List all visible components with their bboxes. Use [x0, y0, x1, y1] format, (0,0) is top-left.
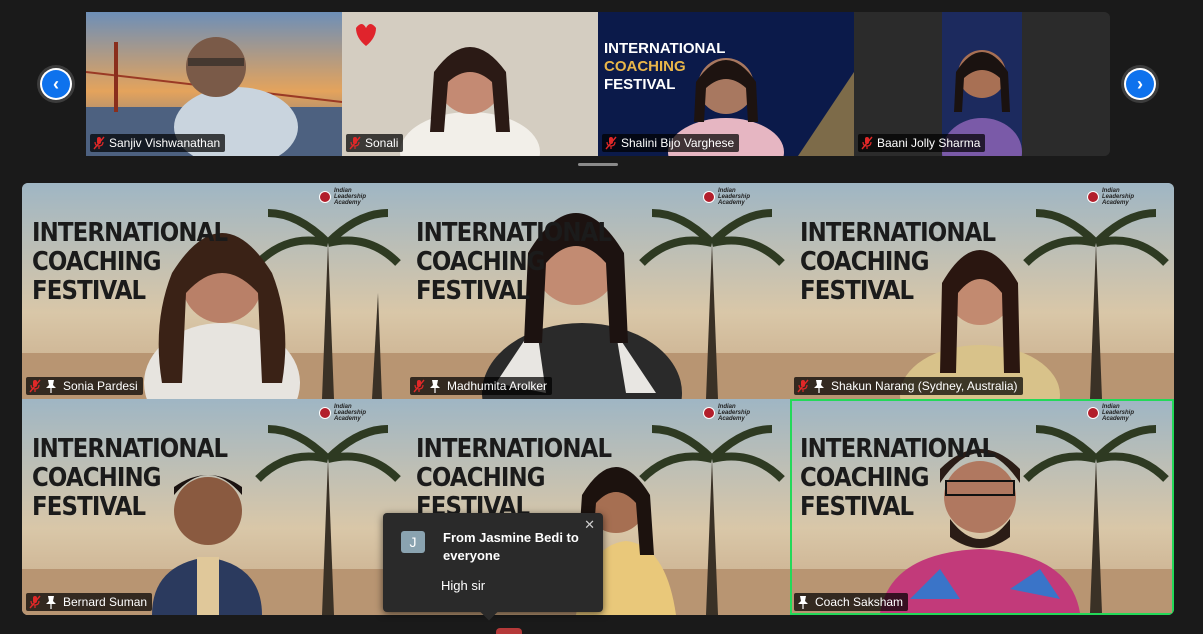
participant-name-tag: Coach Saksham [794, 593, 909, 611]
participant-name-tag: Baani Jolly Sharma [858, 134, 986, 152]
festival-banner: INTERNATIONAL COACHING FESTIVAL [800, 434, 996, 522]
mic-muted-icon [349, 136, 361, 150]
participant-name: Sonali [365, 136, 399, 150]
share-screen-icon[interactable] [496, 628, 522, 634]
logo-text: Academy [717, 416, 745, 422]
chat-notification-popup[interactable]: J From Jasmine Bedi to everyone High sir… [383, 513, 603, 621]
logo-text: Academy [333, 416, 361, 422]
mic-muted-icon [413, 379, 425, 393]
thumbnail-strip: Sanjiv Vishwanathan Sonali INTERNATIONAL… [34, 12, 1162, 156]
thumbnail-video[interactable]: Sanjiv Vishwanathan [86, 12, 342, 156]
pin-icon [429, 379, 441, 393]
participant-name: Baani Jolly Sharma [877, 136, 981, 150]
banner-line: FESTIVAL [32, 492, 146, 522]
pin-icon [797, 595, 809, 609]
participant-tile[interactable]: INTERNATIONAL COACHING FESTIVAL Indian Le… [22, 183, 406, 399]
banner-line: FESTIVAL [800, 492, 914, 522]
academy-logo: Indian Leadership Academy [1086, 404, 1134, 422]
popup-pointer [480, 603, 498, 621]
participant-name-tag: Shalini Bijo Varghese [602, 134, 740, 152]
mic-muted-icon [797, 379, 809, 393]
logo-text: Academy [1101, 200, 1129, 206]
participant-name-tag: Madhumita Arolker [410, 377, 553, 395]
banner-line: FESTIVAL [604, 76, 676, 93]
academy-logo: Indian Leadership Academy [702, 188, 750, 206]
participant-tile-active-speaker[interactable]: INTERNATIONAL COACHING FESTIVAL Indian Le… [790, 399, 1174, 615]
academy-emblem-icon [318, 191, 331, 203]
pin-icon [813, 379, 825, 393]
academy-emblem-icon [318, 407, 331, 419]
participant-name-tag: Shakun Narang (Sydney, Australia) [794, 377, 1023, 395]
resize-handle[interactable] [578, 163, 618, 166]
participant-name: Sanjiv Vishwanathan [109, 136, 221, 150]
thumbnail-video[interactable]: Sonali [342, 12, 598, 156]
pin-icon [45, 379, 57, 393]
logo-text: Academy [333, 200, 361, 206]
banner-line: FESTIVAL [416, 276, 530, 306]
participant-tile[interactable]: INTERNATIONAL COACHING FESTIVAL Indian Le… [790, 183, 1174, 399]
participant-name-tag: Sonia Pardesi [26, 377, 143, 395]
previous-page-button[interactable]: ‹ [40, 68, 72, 100]
academy-emblem-icon [1086, 191, 1099, 203]
banner-line: COACHING [416, 247, 546, 277]
close-icon[interactable]: ✕ [584, 517, 595, 533]
banner-line: INTERNATIONAL [800, 434, 996, 464]
festival-banner: INTERNATIONAL COACHING FESTIVAL [800, 218, 996, 306]
chat-message: High sir [441, 578, 486, 593]
academy-emblem-icon [702, 191, 715, 203]
banner-line: COACHING [416, 463, 546, 493]
pin-icon [45, 595, 57, 609]
academy-emblem-icon [1086, 407, 1099, 419]
participant-name-tag: Bernard Suman [26, 593, 153, 611]
participant-name: Shalini Bijo Varghese [621, 136, 735, 150]
banner-line: COACHING [32, 247, 162, 277]
banner-line: INTERNATIONAL [800, 218, 996, 248]
participant-name: Shakun Narang (Sydney, Australia) [831, 379, 1018, 393]
academy-logo: Indian Leadership Academy [702, 404, 750, 422]
mic-muted-icon [605, 136, 617, 150]
festival-banner: INTERNATIONAL COACHING FESTIVAL [32, 218, 228, 306]
banner-line: FESTIVAL [800, 276, 914, 306]
participant-name: Bernard Suman [63, 595, 148, 609]
meeting-toolbar [0, 622, 1203, 634]
logo-text: Academy [1101, 416, 1129, 422]
banner-line: FESTIVAL [32, 276, 146, 306]
banner-line: INTERNATIONAL [416, 218, 612, 248]
festival-banner: INTERNATIONAL COACHING FESTIVAL [604, 40, 725, 94]
festival-banner: INTERNATIONAL COACHING FESTIVAL [416, 434, 612, 522]
chat-sender: From Jasmine Bedi to everyone [443, 530, 579, 563]
participant-name-tag: Sonali [346, 134, 404, 152]
participant-name: Madhumita Arolker [447, 379, 548, 393]
banner-line: INTERNATIONAL [416, 434, 612, 464]
academy-logo: Indian Leadership Academy [318, 404, 366, 422]
academy-logo: Indian Leadership Academy [1086, 188, 1134, 206]
logo-text: Academy [717, 200, 745, 206]
banner-line: COACHING [800, 247, 930, 277]
festival-banner: INTERNATIONAL COACHING FESTIVAL [416, 218, 612, 306]
mic-muted-icon [29, 595, 41, 609]
participant-tile[interactable]: INTERNATIONAL COACHING FESTIVAL Indian Le… [22, 399, 406, 615]
mic-muted-icon [861, 136, 873, 150]
banner-line: INTERNATIONAL [604, 40, 726, 57]
banner-line: COACHING [800, 463, 930, 493]
next-page-button[interactable]: › [1124, 68, 1156, 100]
avatar: J [401, 531, 425, 553]
participant-name-tag: Sanjiv Vishwanathan [90, 134, 226, 152]
banner-line: COACHING [32, 463, 162, 493]
participant-tile[interactable]: INTERNATIONAL COACHING FESTIVAL Indian Le… [406, 183, 790, 399]
festival-banner: INTERNATIONAL COACHING FESTIVAL [32, 434, 228, 522]
banner-line: INTERNATIONAL [32, 434, 228, 464]
banner-line: COACHING [604, 58, 686, 75]
academy-logo: Indian Leadership Academy [318, 188, 366, 206]
participant-name: Sonia Pardesi [63, 379, 138, 393]
chevron-right-icon: › [1126, 70, 1154, 98]
thumbnail-video[interactable]: Baani Jolly Sharma [854, 12, 1110, 156]
banner-line: INTERNATIONAL [32, 218, 228, 248]
chevron-left-icon: ‹ [42, 70, 70, 98]
academy-emblem-icon [702, 407, 715, 419]
mic-muted-icon [29, 379, 41, 393]
mic-muted-icon [93, 136, 105, 150]
thumbnail-video[interactable]: INTERNATIONAL COACHING FESTIVAL Shalini … [598, 12, 854, 156]
participant-name: Coach Saksham [815, 595, 904, 609]
